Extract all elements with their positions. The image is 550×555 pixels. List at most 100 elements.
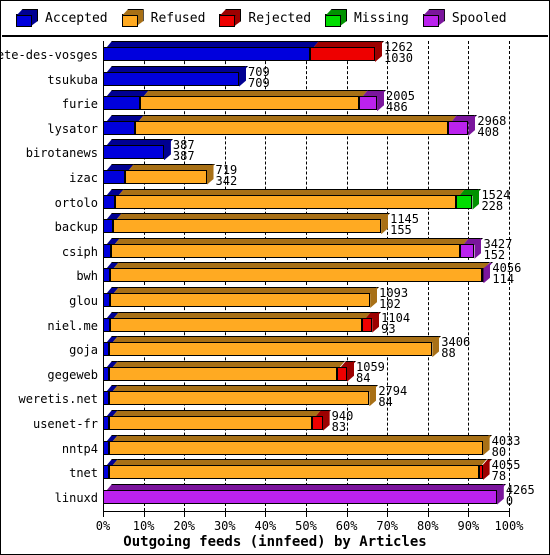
bar-segment-rejected[interactable]	[478, 465, 483, 480]
bar-value-labels: 1524 228	[481, 189, 510, 212]
bar-value-labels: 940 83	[331, 410, 354, 434]
bar-segment-rejected[interactable]	[336, 366, 347, 381]
bar-segment-refused[interactable]	[113, 219, 382, 234]
bar-segment-refused[interactable]	[110, 317, 363, 332]
x-tick-label: 70%	[376, 519, 399, 533]
bar-segment-spooled[interactable]	[460, 243, 475, 258]
bar-segment-refused[interactable]	[109, 342, 433, 357]
y-axis-label-izac: izac	[69, 171, 98, 185]
y-axis-label-backup: backup	[54, 220, 98, 235]
y-axis-labels: bete-des-vosges tsukuba furie lysator birota…	[1, 38, 102, 508]
bar-value-labels: 2005 486	[386, 90, 415, 113]
y-axis-label-furie: furie	[61, 97, 98, 112]
bar-segment-accepted[interactable]	[103, 317, 111, 332]
bar-segment-accepted[interactable]	[103, 120, 136, 135]
bar-row	[103, 90, 509, 115]
legend-item-rejected: Rejected	[219, 9, 312, 27]
x-tick-10	[143, 511, 145, 517]
bar-row	[103, 262, 509, 287]
x-tick-label: 80%	[416, 519, 439, 533]
y-axis-label-birotanews: birotanews	[25, 146, 98, 161]
bar-value-secondary: 155	[390, 223, 412, 238]
bar-segment-refused[interactable]	[125, 170, 207, 184]
bar-value-secondary: 114	[492, 272, 515, 287]
bar-segment-spooled[interactable]	[448, 120, 469, 135]
bar-segment-refused[interactable]	[139, 96, 359, 111]
bar-segment-rejected[interactable]	[312, 416, 323, 430]
bar-segment-accepted[interactable]	[103, 293, 111, 307]
bar-segment-refused[interactable]	[110, 268, 482, 283]
x-tick-90	[468, 511, 470, 517]
bar-segment-spooled[interactable]	[358, 96, 378, 111]
legend-label: Rejected	[248, 11, 312, 26]
chart-container: Accepted Refused Rejected Missing Spooled be…	[0, 0, 550, 555]
cube-icon	[219, 9, 242, 27]
bar-value-secondary: 709	[248, 75, 270, 90]
bar-row	[103, 360, 509, 386]
bar-segment-refused[interactable]	[110, 293, 371, 307]
bar-row	[103, 164, 509, 189]
x-tick-50	[306, 511, 307, 517]
x-tick-0	[103, 511, 104, 517]
x-tick-40	[265, 511, 267, 517]
bar-segment-spooled[interactable]	[103, 489, 497, 504]
bar-segment-accepted[interactable]	[103, 219, 114, 234]
bar-segment-refused[interactable]	[109, 391, 370, 406]
bar-value-secondary: 84	[356, 370, 371, 385]
bar-value-labels: 3427 152	[483, 238, 512, 261]
bar-value-secondary: 83	[331, 420, 347, 434]
legend-label: Missing	[354, 11, 409, 26]
bar-segment-rejected[interactable]	[362, 317, 373, 332]
bar-segment-accepted[interactable]	[103, 194, 116, 209]
bar-segment-accepted[interactable]	[103, 47, 311, 61]
bar-value-secondary: 88	[441, 346, 456, 361]
cube-icon	[325, 9, 348, 27]
bar-value-labels: 1262 1030	[384, 41, 413, 64]
bar-segment-refused[interactable]	[135, 120, 449, 135]
bar-value-labels: 709 709	[248, 66, 270, 90]
bar-segment-missing[interactable]	[456, 194, 473, 209]
bar-segment-accepted[interactable]	[103, 145, 164, 160]
y-axis-label-goja: goja	[69, 343, 98, 358]
bar-value-labels: 1059 84	[356, 361, 385, 385]
y-axis-label-tnet: tnet	[69, 466, 98, 481]
bar-segment-refused[interactable]	[109, 465, 479, 480]
cube-icon	[16, 9, 38, 27]
bar-value-secondary: 84	[378, 395, 393, 410]
bar-segment-rejected[interactable]	[310, 47, 375, 61]
bar-row	[103, 213, 509, 238]
bar-segment-accepted[interactable]	[103, 71, 239, 86]
bar-segment-accepted[interactable]	[103, 96, 140, 111]
bar-value-secondary: 0	[505, 493, 514, 508]
bar-value-labels: 3406 88	[441, 336, 470, 361]
x-tick-label: 0%	[95, 519, 111, 533]
bar-segment-refused[interactable]	[109, 440, 483, 455]
bar-row	[103, 410, 509, 435]
y-axis-label-niel.me: niel.me	[47, 318, 98, 333]
legend-label: Refused	[150, 11, 206, 26]
x-tick-label: 50%	[295, 519, 317, 533]
bar-value-labels: 4055 78	[492, 459, 521, 482]
bar-segment-refused[interactable]	[111, 243, 461, 258]
bar-row	[103, 139, 509, 164]
x-tick-30	[224, 511, 226, 517]
x-tick-70	[387, 511, 389, 517]
bar-segment-accepted[interactable]	[103, 268, 111, 283]
bar-segment-accepted[interactable]	[103, 170, 126, 184]
bar-value-secondary: 102	[379, 297, 401, 311]
legend-item-accepted: Accepted	[16, 9, 108, 27]
x-tick-20	[184, 511, 186, 517]
bar-segment-refused[interactable]	[109, 366, 337, 381]
bar-row	[103, 114, 509, 140]
y-axis-label-bwh: bwh	[76, 269, 98, 284]
x-tick-label: 100%	[494, 519, 524, 533]
bar-row	[103, 385, 509, 410]
bar-value-secondary: 80	[491, 444, 507, 459]
bar-segment-refused[interactable]	[115, 194, 457, 209]
x-tick-80	[427, 511, 429, 517]
bar-segment-accepted[interactable]	[103, 243, 112, 258]
bar-segment-refused[interactable]	[109, 416, 313, 430]
bar-value-labels: 719 342	[216, 164, 238, 187]
bar-value-labels: 4265 0	[505, 484, 535, 508]
bar-row	[103, 483, 509, 509]
